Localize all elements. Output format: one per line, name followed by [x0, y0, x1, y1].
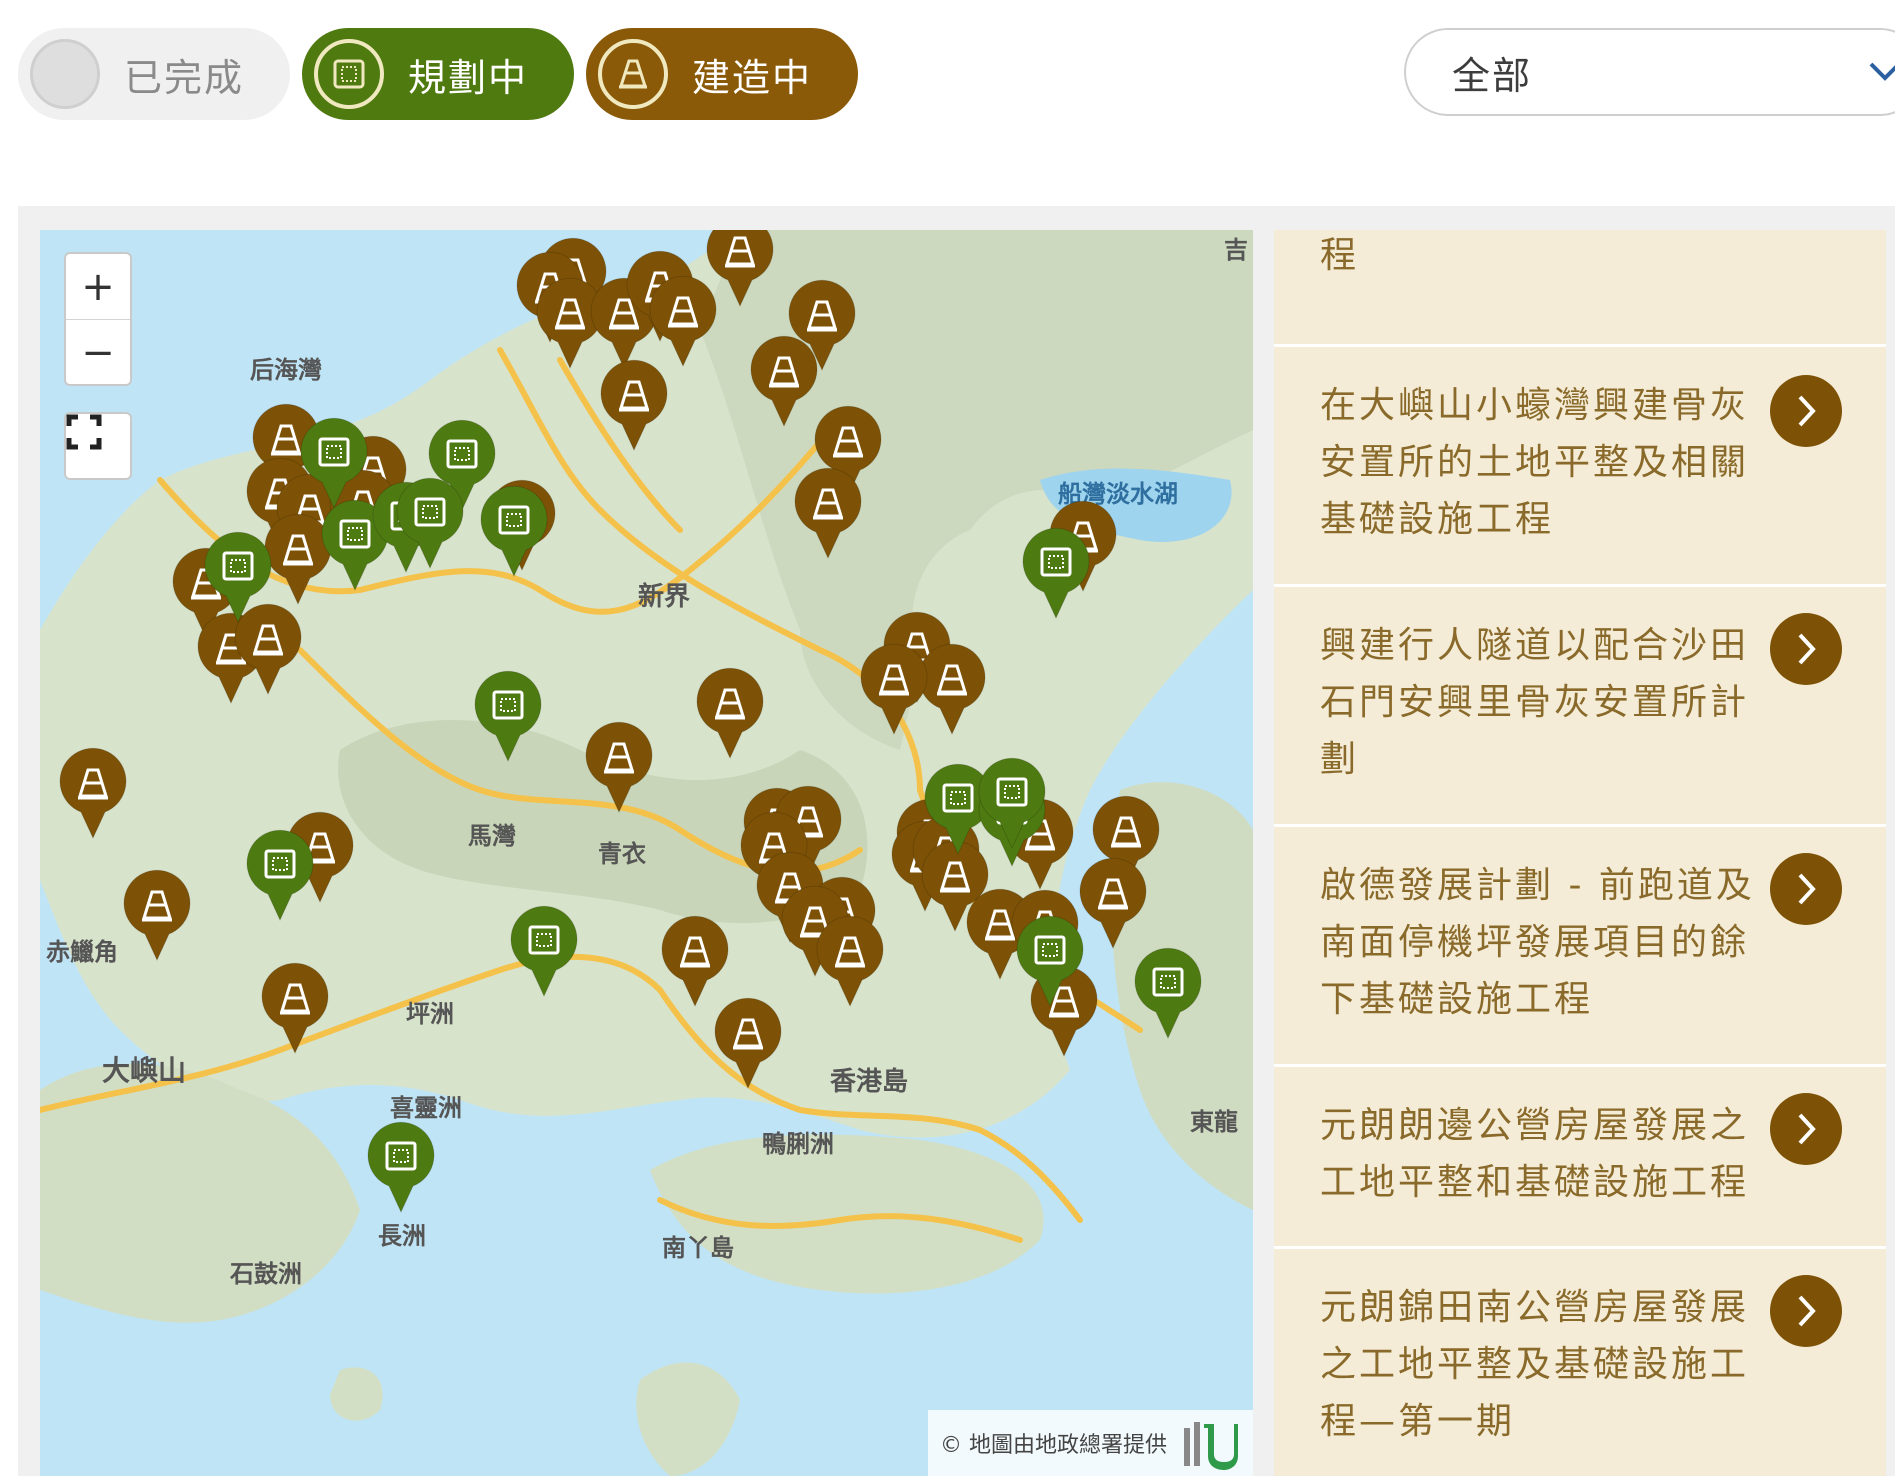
chevron-right-icon [1798, 873, 1816, 905]
project-detail-button[interactable] [1770, 613, 1842, 685]
map-basemap: 后海灣 船灣淡水湖 新界 馬灣 青衣 九龍 赤鱲角 坪洲 大嶼山 喜靈洲 香港島… [40, 230, 1253, 1476]
chevron-right-icon [1798, 1113, 1816, 1145]
place-label: 香港島 [830, 1067, 908, 1097]
filter-planning-label: 規劃中 [408, 55, 529, 100]
project-item[interactable]: 啟德發展計劃 - 前跑道及南面停機坪發展項目的餘下基礎設施工程 [1274, 824, 1886, 1064]
fullscreen-icon [66, 414, 102, 450]
filter-planning-toggle[interactable]: 規劃中 [302, 28, 574, 120]
filter-construction-label: 建造中 [692, 55, 813, 100]
project-title: 之工地平整及基礎設施工程 [1320, 235, 1360, 276]
project-title: 元朗錦田南公營房屋發展之工地平整及基礎設施工程—第一期 [1320, 1287, 1750, 1442]
place-label: 喜靈洲 [390, 1094, 462, 1122]
chevron-down-icon [1869, 62, 1895, 81]
project-detail-button[interactable] [1770, 853, 1842, 925]
place-label: 后海灣 [250, 356, 322, 384]
map-view[interactable]: 后海灣 船灣淡水湖 新界 馬灣 青衣 九龍 赤鱲角 坪洲 大嶼山 喜靈洲 香港島… [40, 230, 1253, 1476]
filter-completed-label: 已完成 [124, 55, 245, 100]
place-label: 坪洲 [406, 1000, 454, 1028]
project-item[interactable]: 之工地平整及基礎設施工程 [1274, 230, 1886, 290]
project-list: 之工地平整及基礎設施工程 在大嶼山小蠔灣興建骨灰安置所的土地平整及相關基礎設施工… [1274, 230, 1886, 1476]
project-title: 在大嶼山小蠔灣興建骨灰安置所的土地平整及相關基礎設施工程 [1320, 385, 1750, 540]
place-label: 長洲 [378, 1222, 426, 1250]
chevron-right-icon [1798, 633, 1816, 665]
project-item[interactable]: 元朗朗邊公營房屋發展之工地平整和基礎設施工程 [1274, 1064, 1886, 1246]
place-label: 吉 [1224, 236, 1248, 264]
project-detail-button[interactable] [1770, 1093, 1842, 1165]
project-item[interactable]: 在大嶼山小蠔灣興建骨灰安置所的土地平整及相關基礎設施工程 [1274, 344, 1886, 584]
region-select-value: 全部 [1452, 53, 1533, 98]
place-label: 鴨脷洲 [762, 1130, 834, 1158]
place-label: 馬灣 [468, 822, 516, 850]
attribution-text: © 地圖由地政總署提供 [940, 1433, 1167, 1458]
place-label: 東龍 [1190, 1108, 1238, 1136]
filter-completed-toggle[interactable]: 已完成 [18, 28, 290, 120]
fullscreen-button[interactable] [64, 412, 132, 480]
project-title: 元朗朗邊公營房屋發展之工地平整和基礎設施工程 [1320, 1105, 1750, 1203]
filter-construction-toggle[interactable]: 建造中 [586, 28, 858, 120]
map-attribution: © 地圖由地政總署提供 [928, 1410, 1253, 1476]
completed-toggle-icon [30, 39, 100, 109]
project-item[interactable]: 元朗錦田南公營房屋發展之工地平整及基礎設施工程—第一期 [1274, 1246, 1886, 1476]
zoom-out-button[interactable]: − [66, 320, 130, 385]
place-label: 赤鱲角 [46, 938, 118, 966]
place-label: 大嶼山 [102, 1054, 186, 1087]
zoom-control: + − [64, 252, 132, 386]
project-detail-button[interactable] [1770, 375, 1842, 447]
blueprint-icon [314, 39, 384, 109]
project-title: 興建行人隧道以配合沙田石門安興里骨灰安置所計劃 [1320, 625, 1750, 780]
project-item[interactable]: 興建行人隧道以配合沙田石門安興里骨灰安置所計劃 [1274, 584, 1886, 824]
project-title: 啟德發展計劃 - 前跑道及南面停機坪發展項目的餘下基礎設施工程 [1320, 865, 1755, 1020]
chevron-right-icon [1798, 395, 1816, 427]
region-select[interactable]: 全部 [1404, 28, 1895, 116]
chevron-right-icon [1798, 1295, 1816, 1327]
project-detail-button[interactable] [1770, 1275, 1842, 1347]
landsd-logo-icon [1184, 1422, 1238, 1470]
place-label: 新界 [638, 581, 690, 612]
zoom-in-button[interactable]: + [66, 254, 130, 320]
traffic-cone-icon [598, 39, 668, 109]
place-label: 青衣 [598, 840, 646, 868]
place-label: 南丫島 [662, 1234, 734, 1262]
place-label: 石鼓洲 [229, 1260, 302, 1288]
